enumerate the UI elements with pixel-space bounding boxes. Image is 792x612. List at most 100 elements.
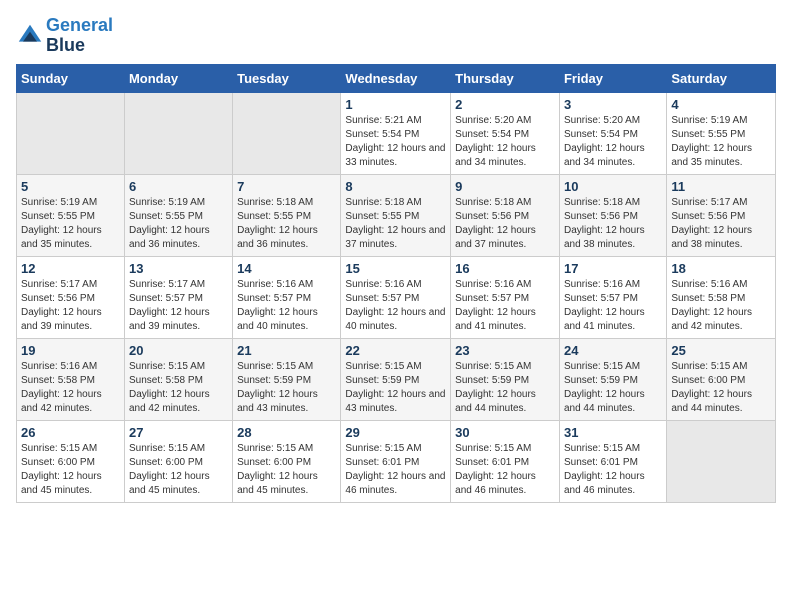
day-number: 7	[237, 179, 336, 194]
calendar-cell: 5 Sunrise: 5:19 AMSunset: 5:55 PMDayligh…	[17, 174, 125, 256]
calendar-cell: 16 Sunrise: 5:16 AMSunset: 5:57 PMDaylig…	[451, 256, 560, 338]
day-number: 27	[129, 425, 228, 440]
calendar-cell: 10 Sunrise: 5:18 AMSunset: 5:56 PMDaylig…	[559, 174, 666, 256]
day-info: Sunrise: 5:15 AMSunset: 5:59 PMDaylight:…	[564, 361, 645, 414]
calendar-cell: 2 Sunrise: 5:20 AMSunset: 5:54 PMDayligh…	[451, 92, 560, 174]
day-number: 25	[671, 343, 771, 358]
day-info: Sunrise: 5:18 AMSunset: 5:56 PMDaylight:…	[564, 197, 645, 250]
day-info: Sunrise: 5:15 AMSunset: 6:00 PMDaylight:…	[129, 443, 210, 496]
day-info: Sunrise: 5:15 AMSunset: 5:59 PMDaylight:…	[455, 361, 536, 414]
day-number: 28	[237, 425, 336, 440]
day-number: 20	[129, 343, 228, 358]
logo-icon	[16, 22, 44, 50]
day-info: Sunrise: 5:15 AMSunset: 5:58 PMDaylight:…	[129, 361, 210, 414]
day-info: Sunrise: 5:17 AMSunset: 5:56 PMDaylight:…	[671, 197, 752, 250]
day-info: Sunrise: 5:15 AMSunset: 6:00 PMDaylight:…	[21, 443, 102, 496]
calendar-cell	[667, 420, 776, 502]
calendar-cell: 25 Sunrise: 5:15 AMSunset: 6:00 PMDaylig…	[667, 338, 776, 420]
calendar-week-row: 26 Sunrise: 5:15 AMSunset: 6:00 PMDaylig…	[17, 420, 776, 502]
calendar-cell: 1 Sunrise: 5:21 AMSunset: 5:54 PMDayligh…	[341, 92, 451, 174]
weekday-header-monday: Monday	[124, 64, 232, 92]
day-number: 14	[237, 261, 336, 276]
day-info: Sunrise: 5:20 AMSunset: 5:54 PMDaylight:…	[564, 115, 645, 168]
calendar-table: SundayMondayTuesdayWednesdayThursdayFrid…	[16, 64, 776, 503]
calendar-cell: 15 Sunrise: 5:16 AMSunset: 5:57 PMDaylig…	[341, 256, 451, 338]
calendar-cell: 6 Sunrise: 5:19 AMSunset: 5:55 PMDayligh…	[124, 174, 232, 256]
day-info: Sunrise: 5:18 AMSunset: 5:55 PMDaylight:…	[237, 197, 318, 250]
day-number: 17	[564, 261, 662, 276]
day-info: Sunrise: 5:19 AMSunset: 5:55 PMDaylight:…	[129, 197, 210, 250]
day-info: Sunrise: 5:15 AMSunset: 6:01 PMDaylight:…	[564, 443, 645, 496]
day-info: Sunrise: 5:16 AMSunset: 5:58 PMDaylight:…	[21, 361, 102, 414]
logo: General Blue	[16, 16, 113, 56]
day-number: 16	[455, 261, 555, 276]
day-number: 15	[345, 261, 446, 276]
day-info: Sunrise: 5:16 AMSunset: 5:57 PMDaylight:…	[237, 279, 318, 332]
day-number: 31	[564, 425, 662, 440]
calendar-cell: 28 Sunrise: 5:15 AMSunset: 6:00 PMDaylig…	[233, 420, 341, 502]
calendar-week-row: 12 Sunrise: 5:17 AMSunset: 5:56 PMDaylig…	[17, 256, 776, 338]
day-info: Sunrise: 5:19 AMSunset: 5:55 PMDaylight:…	[21, 197, 102, 250]
calendar-cell: 29 Sunrise: 5:15 AMSunset: 6:01 PMDaylig…	[341, 420, 451, 502]
day-number: 18	[671, 261, 771, 276]
calendar-cell: 20 Sunrise: 5:15 AMSunset: 5:58 PMDaylig…	[124, 338, 232, 420]
calendar-cell: 7 Sunrise: 5:18 AMSunset: 5:55 PMDayligh…	[233, 174, 341, 256]
day-info: Sunrise: 5:15 AMSunset: 6:00 PMDaylight:…	[671, 361, 752, 414]
day-number: 4	[671, 97, 771, 112]
weekday-header-thursday: Thursday	[451, 64, 560, 92]
day-info: Sunrise: 5:15 AMSunset: 6:01 PMDaylight:…	[455, 443, 536, 496]
day-number: 23	[455, 343, 555, 358]
calendar-cell	[17, 92, 125, 174]
calendar-cell: 4 Sunrise: 5:19 AMSunset: 5:55 PMDayligh…	[667, 92, 776, 174]
day-number: 5	[21, 179, 120, 194]
calendar-cell: 14 Sunrise: 5:16 AMSunset: 5:57 PMDaylig…	[233, 256, 341, 338]
day-info: Sunrise: 5:16 AMSunset: 5:57 PMDaylight:…	[455, 279, 536, 332]
day-number: 21	[237, 343, 336, 358]
calendar-cell: 3 Sunrise: 5:20 AMSunset: 5:54 PMDayligh…	[559, 92, 666, 174]
calendar-cell: 24 Sunrise: 5:15 AMSunset: 5:59 PMDaylig…	[559, 338, 666, 420]
day-number: 26	[21, 425, 120, 440]
day-info: Sunrise: 5:17 AMSunset: 5:56 PMDaylight:…	[21, 279, 102, 332]
day-info: Sunrise: 5:21 AMSunset: 5:54 PMDaylight:…	[345, 115, 445, 168]
day-number: 8	[345, 179, 446, 194]
calendar-cell: 22 Sunrise: 5:15 AMSunset: 5:59 PMDaylig…	[341, 338, 451, 420]
weekday-header-friday: Friday	[559, 64, 666, 92]
day-info: Sunrise: 5:15 AMSunset: 6:01 PMDaylight:…	[345, 443, 445, 496]
day-number: 9	[455, 179, 555, 194]
day-info: Sunrise: 5:18 AMSunset: 5:56 PMDaylight:…	[455, 197, 536, 250]
calendar-cell: 21 Sunrise: 5:15 AMSunset: 5:59 PMDaylig…	[233, 338, 341, 420]
day-info: Sunrise: 5:16 AMSunset: 5:57 PMDaylight:…	[345, 279, 445, 332]
calendar-week-row: 19 Sunrise: 5:16 AMSunset: 5:58 PMDaylig…	[17, 338, 776, 420]
day-info: Sunrise: 5:20 AMSunset: 5:54 PMDaylight:…	[455, 115, 536, 168]
weekday-header-tuesday: Tuesday	[233, 64, 341, 92]
day-info: Sunrise: 5:18 AMSunset: 5:55 PMDaylight:…	[345, 197, 445, 250]
day-number: 29	[345, 425, 446, 440]
day-number: 22	[345, 343, 446, 358]
day-info: Sunrise: 5:17 AMSunset: 5:57 PMDaylight:…	[129, 279, 210, 332]
day-number: 3	[564, 97, 662, 112]
day-info: Sunrise: 5:15 AMSunset: 5:59 PMDaylight:…	[345, 361, 445, 414]
calendar-week-row: 5 Sunrise: 5:19 AMSunset: 5:55 PMDayligh…	[17, 174, 776, 256]
calendar-cell	[233, 92, 341, 174]
calendar-cell: 19 Sunrise: 5:16 AMSunset: 5:58 PMDaylig…	[17, 338, 125, 420]
weekday-header-sunday: Sunday	[17, 64, 125, 92]
day-info: Sunrise: 5:15 AMSunset: 5:59 PMDaylight:…	[237, 361, 318, 414]
day-number: 6	[129, 179, 228, 194]
calendar-cell: 13 Sunrise: 5:17 AMSunset: 5:57 PMDaylig…	[124, 256, 232, 338]
day-info: Sunrise: 5:16 AMSunset: 5:58 PMDaylight:…	[671, 279, 752, 332]
day-number: 30	[455, 425, 555, 440]
calendar-cell: 8 Sunrise: 5:18 AMSunset: 5:55 PMDayligh…	[341, 174, 451, 256]
day-info: Sunrise: 5:19 AMSunset: 5:55 PMDaylight:…	[671, 115, 752, 168]
day-info: Sunrise: 5:16 AMSunset: 5:57 PMDaylight:…	[564, 279, 645, 332]
weekday-header-wednesday: Wednesday	[341, 64, 451, 92]
day-number: 19	[21, 343, 120, 358]
day-number: 13	[129, 261, 228, 276]
day-number: 2	[455, 97, 555, 112]
calendar-week-row: 1 Sunrise: 5:21 AMSunset: 5:54 PMDayligh…	[17, 92, 776, 174]
day-number: 12	[21, 261, 120, 276]
day-info: Sunrise: 5:15 AMSunset: 6:00 PMDaylight:…	[237, 443, 318, 496]
calendar-cell: 30 Sunrise: 5:15 AMSunset: 6:01 PMDaylig…	[451, 420, 560, 502]
calendar-cell	[124, 92, 232, 174]
logo-text: General Blue	[46, 16, 113, 56]
day-number: 1	[345, 97, 446, 112]
